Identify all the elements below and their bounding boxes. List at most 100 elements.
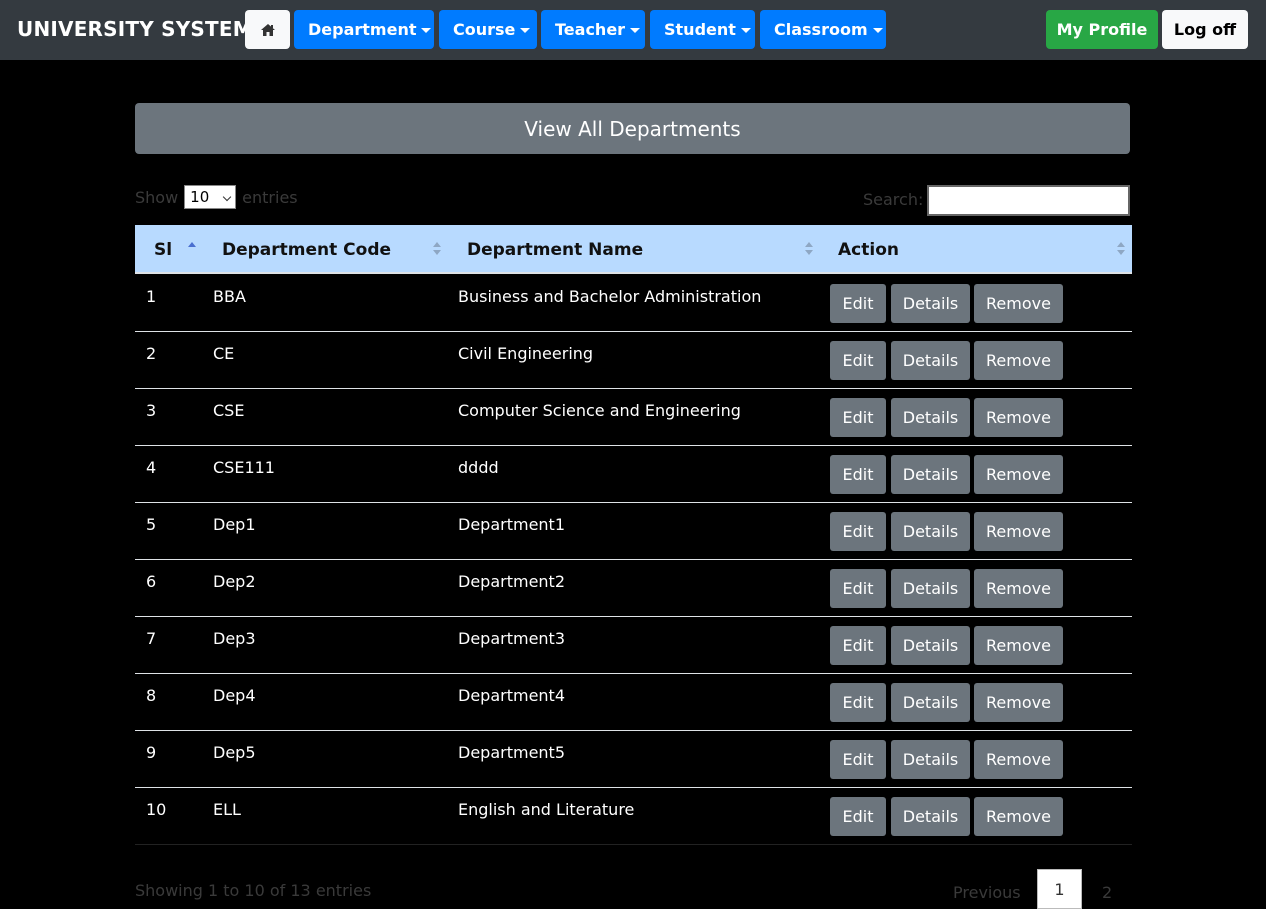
chevron-down-icon <box>222 192 232 202</box>
row-code: Dep2 <box>213 572 256 591</box>
menu-course[interactable]: Course <box>439 10 537 49</box>
row-code: Dep1 <box>213 515 256 534</box>
table-row: 5 Dep1 Department1 Edit Details Remove <box>135 503 1132 560</box>
row-name: Business and Bachelor Administration <box>458 287 762 306</box>
row-sl: 5 <box>146 515 157 534</box>
menu-classroom[interactable]: Classroom <box>760 10 886 49</box>
row-sl: 10 <box>146 800 167 819</box>
page-title: View All Departments <box>135 103 1130 154</box>
show-label: Show <box>135 187 179 207</box>
edit-button[interactable]: Edit <box>830 398 886 437</box>
menu-course-label: Course <box>453 20 516 39</box>
sort-icon[interactable] <box>1117 242 1125 256</box>
search-label: Search: <box>863 190 924 209</box>
details-button[interactable]: Details <box>891 512 970 551</box>
table-row: 10 ELL English and Literature Edit Detai… <box>135 788 1132 845</box>
column-header-action[interactable]: Action <box>838 240 899 260</box>
pagination-page-2[interactable]: 2 <box>1102 883 1112 902</box>
menu-teacher[interactable]: Teacher <box>541 10 645 49</box>
pagination-previous[interactable]: Previous <box>953 883 1021 902</box>
search-input[interactable] <box>927 185 1130 216</box>
row-sl: 3 <box>146 401 157 420</box>
page-size-value: 10 <box>190 188 210 206</box>
sort-icon[interactable] <box>805 242 813 256</box>
remove-button[interactable]: Remove <box>974 740 1063 779</box>
column-header-code[interactable]: Department Code <box>222 240 391 260</box>
row-sl: 2 <box>146 344 157 363</box>
menu-student-label: Student <box>664 20 736 39</box>
row-code: BBA <box>213 287 246 306</box>
row-sl: 1 <box>146 287 157 306</box>
table-row: 7 Dep3 Department3 Edit Details Remove <box>135 617 1132 674</box>
table-row: 3 CSE Computer Science and Engineering E… <box>135 389 1132 446</box>
remove-button[interactable]: Remove <box>974 683 1063 722</box>
row-code: ELL <box>213 800 241 819</box>
sort-ascending-icon[interactable] <box>188 242 196 256</box>
table-header: Sl Department Code Department Name Actio… <box>135 225 1132 274</box>
table-row: 1 BBA Business and Bachelor Administrati… <box>135 275 1132 332</box>
navbar: UNIVERSITY SYSTEM Department Course Teac… <box>0 0 1266 60</box>
sort-icon[interactable] <box>433 242 441 256</box>
row-code: CSE <box>213 401 245 420</box>
details-button[interactable]: Details <box>891 284 970 323</box>
row-name: English and Literature <box>458 800 635 819</box>
my-profile-button[interactable]: My Profile <box>1046 10 1158 49</box>
remove-button[interactable]: Remove <box>974 398 1063 437</box>
details-button[interactable]: Details <box>891 569 970 608</box>
details-button[interactable]: Details <box>891 398 970 437</box>
edit-button[interactable]: Edit <box>830 626 886 665</box>
menu-department[interactable]: Department <box>294 10 434 49</box>
table-row: 8 Dep4 Department4 Edit Details Remove <box>135 674 1132 731</box>
details-button[interactable]: Details <box>891 341 970 380</box>
row-name: Department4 <box>458 686 565 705</box>
edit-button[interactable]: Edit <box>830 455 886 494</box>
page-size-select[interactable]: 10 <box>184 185 237 209</box>
details-button[interactable]: Details <box>891 683 970 722</box>
edit-button[interactable]: Edit <box>830 740 886 779</box>
menu-student[interactable]: Student <box>650 10 755 49</box>
row-sl: 4 <box>146 458 157 477</box>
edit-button[interactable]: Edit <box>830 797 886 836</box>
row-code: CE <box>213 344 235 363</box>
table-row: 9 Dep5 Department5 Edit Details Remove <box>135 731 1132 788</box>
edit-button[interactable]: Edit <box>830 284 886 323</box>
table-info: Showing 1 to 10 of 13 entries <box>135 881 372 900</box>
column-header-sl[interactable]: Sl <box>154 240 172 260</box>
details-button[interactable]: Details <box>891 797 970 836</box>
caret-down-icon <box>740 28 751 33</box>
details-button[interactable]: Details <box>891 626 970 665</box>
details-button[interactable]: Details <box>891 740 970 779</box>
row-name: Department1 <box>458 515 565 534</box>
remove-button[interactable]: Remove <box>974 341 1063 380</box>
table-row: 6 Dep2 Department2 Edit Details Remove <box>135 560 1132 617</box>
remove-button[interactable]: Remove <box>974 455 1063 494</box>
entries-label: entries <box>242 187 298 207</box>
remove-button[interactable]: Remove <box>974 284 1063 323</box>
remove-button[interactable]: Remove <box>974 797 1063 836</box>
menu-classroom-label: Classroom <box>774 20 868 39</box>
caret-down-icon <box>630 28 641 33</box>
log-off-button[interactable]: Log off <box>1162 10 1248 49</box>
caret-down-icon <box>872 28 883 33</box>
row-code: Dep3 <box>213 629 256 648</box>
remove-button[interactable]: Remove <box>974 569 1063 608</box>
row-name: Civil Engineering <box>458 344 594 363</box>
row-code: CSE111 <box>213 458 275 477</box>
pagination-page-1[interactable]: 1 <box>1037 869 1082 909</box>
row-code: Dep5 <box>213 743 256 762</box>
column-header-name[interactable]: Department Name <box>467 240 643 260</box>
row-sl: 9 <box>146 743 157 762</box>
edit-button[interactable]: Edit <box>830 683 886 722</box>
edit-button[interactable]: Edit <box>830 569 886 608</box>
row-sl: 7 <box>146 629 157 648</box>
row-name: Department3 <box>458 629 565 648</box>
edit-button[interactable]: Edit <box>830 341 886 380</box>
brand-title[interactable]: UNIVERSITY SYSTEM <box>17 17 253 41</box>
table-row: 4 CSE111 dddd Edit Details Remove <box>135 446 1132 503</box>
remove-button[interactable]: Remove <box>974 626 1063 665</box>
home-icon <box>260 23 275 36</box>
edit-button[interactable]: Edit <box>830 512 886 551</box>
remove-button[interactable]: Remove <box>974 512 1063 551</box>
home-button[interactable] <box>245 10 290 49</box>
details-button[interactable]: Details <box>891 455 970 494</box>
